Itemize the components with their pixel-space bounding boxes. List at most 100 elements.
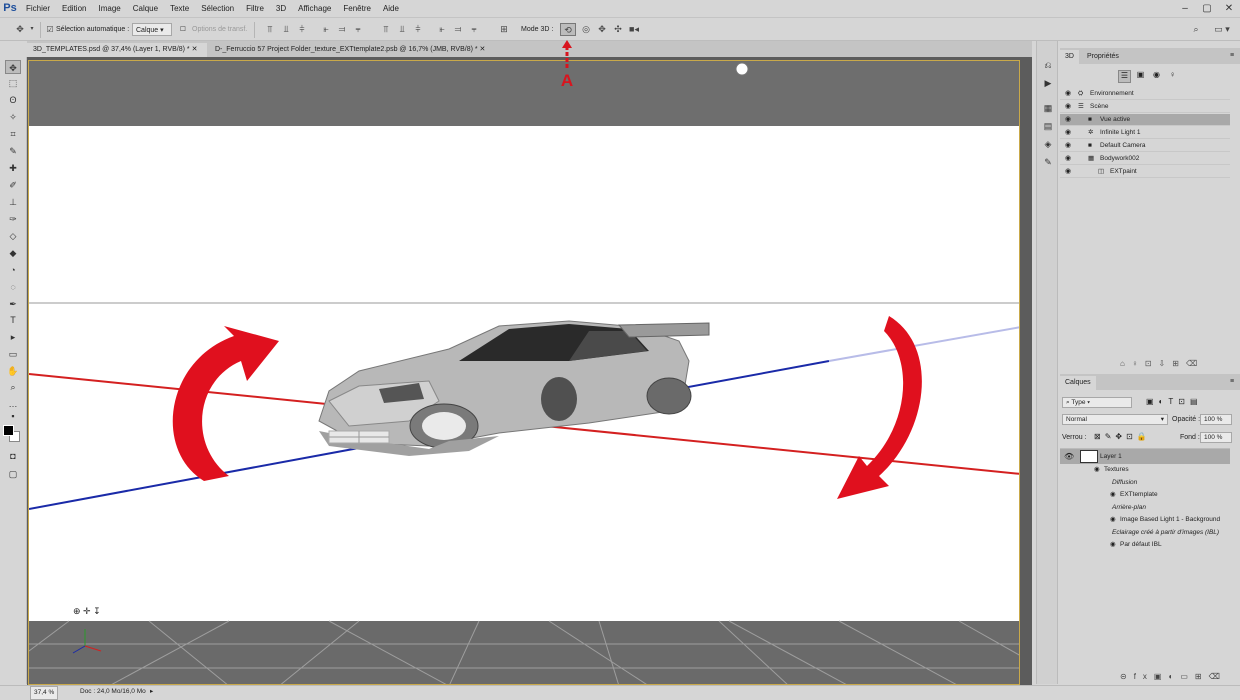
info-icon[interactable]: ▤	[1040, 119, 1056, 133]
move-tool-icon[interactable]: ✥	[14, 23, 26, 36]
whole-scene-filter-icon[interactable]: ☰	[1118, 70, 1131, 83]
visibility-eye-icon[interactable]: ◉	[1063, 153, 1073, 165]
panel-menu-icon[interactable]: ≡	[1230, 52, 1234, 59]
visibility-eye-icon[interactable]: ◉	[1063, 88, 1073, 100]
layer-effect-item[interactable]: Arrière-plan	[1060, 502, 1230, 514]
visibility-eye-icon[interactable]: ◉	[1063, 101, 1073, 113]
dodge-tool-icon[interactable]: ◌	[5, 280, 21, 294]
menu-texte[interactable]: Texte	[164, 0, 195, 17]
align-distribute-icon[interactable]: ⫪	[264, 23, 276, 36]
menu-3d[interactable]: 3D	[270, 0, 292, 17]
menu-s-lection[interactable]: Sélection	[195, 0, 240, 17]
rectangle-tool-icon[interactable]: ▭	[5, 347, 21, 361]
status-menu-icon[interactable]: ▸	[150, 686, 153, 698]
search-icon[interactable]: ⌕	[1190, 23, 1202, 36]
tab-3d-templates[interactable]: 3D_TEMPLATES.psd @ 37,4% (Layer 1, RVB/8…	[27, 43, 207, 57]
pen-tool-icon[interactable]: ✒	[5, 297, 21, 311]
default-colors-icon[interactable]: ▪	[5, 409, 21, 423]
hand-tool-icon[interactable]: ✋	[5, 364, 21, 378]
scene-item[interactable]: ◉ ⛭ Environnement	[1060, 88, 1230, 100]
scene-item[interactable]: ◉ ☰ Scène	[1060, 101, 1230, 113]
align-distribute-icon[interactable]: ⫩	[412, 23, 424, 36]
tab-3d[interactable]: 3D	[1060, 50, 1079, 64]
align-distribute-icon[interactable]: ⫩	[296, 23, 308, 36]
lock-icons[interactable]: ⊠✎✥⊡🔒	[1094, 432, 1151, 441]
menu-affichage[interactable]: Affichage	[292, 0, 337, 17]
paint-bucket-icon[interactable]: ◆	[5, 246, 21, 260]
opacity-input[interactable]: 100 %	[1200, 414, 1232, 425]
auto-select-checkbox[interactable]: ☑	[44, 23, 56, 36]
auto-select-target-select[interactable]: Calque ▾	[132, 23, 172, 36]
fill-input[interactable]: 100 %	[1200, 432, 1232, 443]
scene-item[interactable]: ◉ ◫ EXTpaint	[1060, 166, 1230, 178]
orbit-3d-icon[interactable]: ⟲	[560, 23, 576, 36]
layer-effect-item[interactable]: ◉ Textures	[1060, 464, 1230, 476]
light-gizmo-icon[interactable]	[735, 62, 749, 76]
screen-mode-icon[interactable]: ▢	[5, 467, 21, 481]
effect-visibility-eye-icon[interactable]: ◉	[1110, 539, 1116, 551]
brush-tool-icon[interactable]: ✐	[5, 178, 21, 192]
effect-visibility-eye-icon[interactable]: ◉	[1110, 489, 1116, 501]
eraser-icon[interactable]: ◇	[5, 229, 21, 243]
crop-tool-icon[interactable]: ⌗	[5, 127, 21, 141]
visibility-eye-icon[interactable]: ◉	[1063, 114, 1073, 126]
scene-item[interactable]: ◉ ■ Default Camera	[1060, 140, 1230, 152]
slide-3d-icon[interactable]: ✣	[612, 23, 624, 36]
workspace-menu-icon[interactable]: ▭ ▾	[1212, 23, 1232, 36]
align-distribute-icon[interactable]: ⫤	[336, 23, 348, 36]
foreground-color-swatch[interactable]	[3, 425, 14, 436]
visibility-eye-icon[interactable]: ◉	[1063, 127, 1073, 139]
move-tool-icon[interactable]: ✥	[5, 60, 21, 74]
align-distribute-icon[interactable]: ⫧	[352, 23, 364, 36]
layer-effect-item[interactable]: ◉ EXTtemplate	[1060, 489, 1230, 501]
layer-comps-icon[interactable]: ◈	[1040, 137, 1056, 151]
zoom-tool-icon[interactable]: ⌕	[5, 380, 21, 394]
menu-fen-tre[interactable]: Fenêtre	[337, 0, 377, 17]
layer-effect-item[interactable]: Diffusion	[1060, 477, 1230, 489]
roll-3d-icon[interactable]: ◎	[580, 23, 592, 36]
tab-layers[interactable]: Calques	[1060, 376, 1096, 390]
scene-item[interactable]: ◉ ▦ Bodywork002	[1060, 153, 1230, 165]
magic-wand-icon[interactable]: ✧	[5, 110, 21, 124]
align-distribute-icon[interactable]: ⫤	[452, 23, 464, 36]
align-distribute-icon[interactable]: ⫦	[320, 23, 332, 36]
layer-row[interactable]: 👁 Layer 1	[1060, 448, 1230, 464]
visibility-eye-icon[interactable]: ◉	[1063, 140, 1073, 152]
align-distribute-icon[interactable]: ⫫	[280, 23, 292, 36]
layer-effect-item[interactable]: Eclairage créé à partir d'images (IBL)	[1060, 527, 1230, 539]
tab-properties[interactable]: Propriétés	[1082, 50, 1124, 64]
blur-tool-icon[interactable]: ◔	[5, 263, 21, 277]
3d-panel-footer-icons[interactable]: ⌂♀⊡⇩⊞⌫	[1120, 359, 1230, 369]
menu-fichier[interactable]: Fichier	[20, 0, 56, 17]
align-distribute-icon[interactable]: ⫫	[396, 23, 408, 36]
layer-effect-item[interactable]: ◉ Image Based Light 1 - Background	[1060, 514, 1230, 526]
menu-image[interactable]: Image	[92, 0, 126, 17]
menu-calque[interactable]: Calque	[127, 0, 164, 17]
eyedropper-icon[interactable]: ✎	[5, 144, 21, 158]
swatches-icon[interactable]: ▦	[1040, 101, 1056, 115]
effect-visibility-eye-icon[interactable]: ◉	[1094, 464, 1100, 476]
layer-filter-icons[interactable]: ▣◐T⊡▤	[1146, 397, 1203, 406]
align-distribute-icon[interactable]: ⫪	[380, 23, 392, 36]
play-actions-icon[interactable]: ▶	[1040, 76, 1056, 90]
layers-footer-icons[interactable]: ⊝fx▣◐▭⊞⌫	[1120, 672, 1230, 682]
close-button[interactable]: ✕	[1218, 0, 1240, 17]
tool-preset-dropdown-icon[interactable]: ▾	[26, 23, 38, 36]
layer-visibility-eye-icon[interactable]: 👁	[1064, 452, 1074, 461]
align-distribute-icon[interactable]: ⫦	[436, 23, 448, 36]
align-distribute-icon[interactable]: ⫧	[468, 23, 480, 36]
maximize-button[interactable]: ▢	[1196, 0, 1218, 17]
layer-effect-item[interactable]: ◉ Par défaut IBL	[1060, 539, 1230, 551]
scene-item[interactable]: ◉ ✲ Infinite Light 1	[1060, 127, 1230, 139]
quick-mask-icon[interactable]: ◘	[5, 449, 21, 463]
scale-3d-icon[interactable]: ■◂	[628, 23, 640, 36]
visibility-eye-icon[interactable]: ◉	[1063, 166, 1073, 178]
menu-filtre[interactable]: Filtre	[240, 0, 270, 17]
history-icon[interactable]: ⎌	[1040, 58, 1056, 72]
scene-item[interactable]: ◉ ■ Vue active	[1060, 114, 1230, 126]
effect-visibility-eye-icon[interactable]: ◉	[1110, 514, 1116, 526]
minimize-button[interactable]: –	[1174, 0, 1196, 17]
marquee-tool-icon[interactable]: ⬚	[5, 76, 21, 90]
healing-brush-icon[interactable]: ✚	[5, 161, 21, 175]
material-filter-icon[interactable]: ◉	[1150, 70, 1163, 79]
